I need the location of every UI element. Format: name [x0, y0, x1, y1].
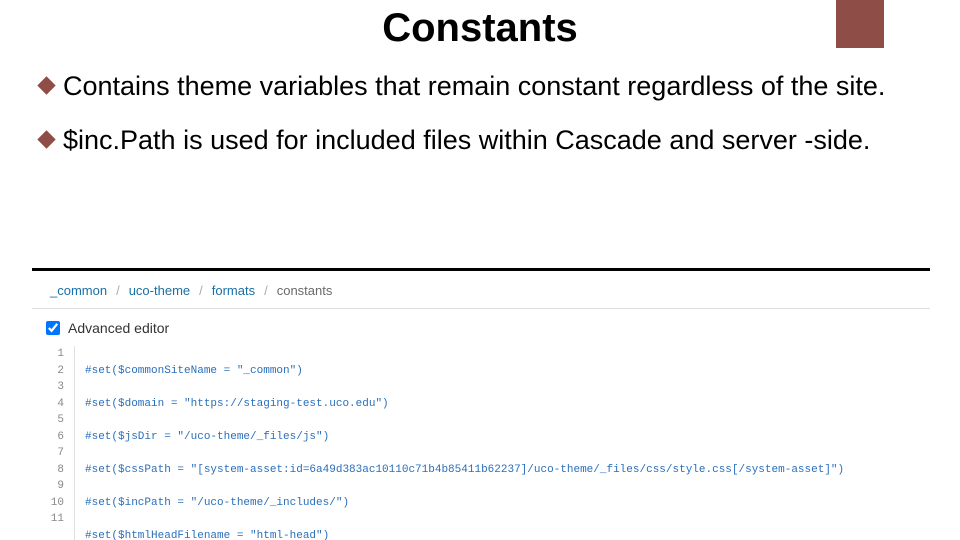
slide-root: Constants Contains theme variables that …: [0, 0, 960, 540]
breadcrumb-separator-icon: /: [116, 283, 120, 298]
bullet-item: Contains theme variables that remain con…: [40, 68, 920, 104]
breadcrumb-separator-icon: /: [264, 283, 268, 298]
breadcrumb: _common / uco-theme / formats / constant…: [32, 271, 930, 309]
line-number: 4: [46, 396, 64, 413]
bullet-text: Contains theme variables that remain con…: [63, 68, 920, 104]
breadcrumb-separator-icon: /: [199, 283, 203, 298]
advanced-editor-toggle-row: Advanced editor: [32, 309, 930, 346]
advanced-editor-label: Advanced editor: [68, 320, 169, 336]
code-line: #set($commonSiteName = "_common"): [85, 363, 844, 380]
code-line: #set($jsDir = "/uco-theme/_files/js"): [85, 429, 844, 446]
line-number-gutter: 1 2 3 4 5 6 7 8 9 10 11: [46, 346, 75, 540]
breadcrumb-item[interactable]: _common: [50, 283, 107, 298]
breadcrumb-item[interactable]: uco-theme: [129, 283, 190, 298]
line-number: 10: [46, 495, 64, 512]
breadcrumb-current: constants: [277, 283, 333, 298]
bullet-item: $inc.Path is used for included files wit…: [40, 122, 920, 158]
line-number: 7: [46, 445, 64, 462]
line-number: 11: [46, 511, 64, 528]
code-line: #set($domain = "https://staging-test.uco…: [85, 396, 844, 413]
diamond-icon: [37, 76, 55, 94]
code-line: #set($incPath = "/uco-theme/_includes/"): [85, 495, 844, 512]
line-number: 2: [46, 363, 64, 380]
line-number: 3: [46, 379, 64, 396]
breadcrumb-item[interactable]: formats: [212, 283, 255, 298]
bullet-text: $inc.Path is used for included files wit…: [63, 122, 920, 158]
bullet-list: Contains theme variables that remain con…: [40, 68, 920, 177]
advanced-editor-checkbox[interactable]: [46, 321, 60, 335]
editor-screenshot: _common / uco-theme / formats / constant…: [32, 268, 930, 540]
code-lines: #set($commonSiteName = "_common") #set($…: [75, 346, 844, 540]
line-number: 8: [46, 462, 64, 479]
code-editor[interactable]: 1 2 3 4 5 6 7 8 9 10 11 #set($commonSite…: [32, 346, 930, 540]
line-number: 1: [46, 346, 64, 363]
code-line: #set($htmlHeadFilename = "html-head"): [85, 528, 844, 540]
line-number: 9: [46, 478, 64, 495]
line-number: 5: [46, 412, 64, 429]
diamond-icon: [37, 131, 55, 149]
code-line: #set($cssPath = "[system-asset:id=6a49d3…: [85, 462, 844, 479]
line-number: 6: [46, 429, 64, 446]
page-title: Constants: [0, 6, 960, 51]
